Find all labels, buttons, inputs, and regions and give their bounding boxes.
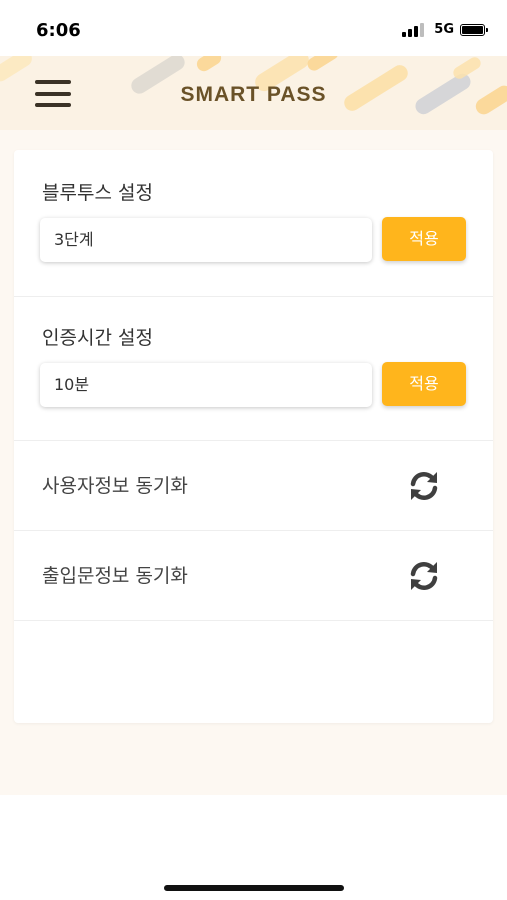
status-indicators: 5G <box>402 22 488 37</box>
status-time: 6:06 <box>36 20 81 41</box>
header-decoration <box>194 56 224 74</box>
header-decoration <box>305 56 341 74</box>
auth-time-title: 인증시간 설정 <box>42 327 153 349</box>
network-label: 5G <box>434 22 454 37</box>
door-info-sync-label: 출입문정보 동기화 <box>42 565 188 587</box>
door-info-sync-row[interactable]: 출입문정보 동기화 <box>14 531 493 621</box>
app-screen: 6:06 5G SMART PASS 블루투스 설정 3단계 적용 인증시간 설… <box>0 0 507 900</box>
user-info-sync-label: 사용자정보 동기화 <box>42 475 188 497</box>
app-title: SMART PASS <box>180 83 327 106</box>
sync-icon[interactable] <box>406 468 442 504</box>
battery-icon <box>460 23 488 36</box>
bluetooth-title: 블루투스 설정 <box>42 182 153 204</box>
auth-time-section: 인증시간 설정 10분 적용 <box>14 297 493 441</box>
auth-time-apply-button[interactable]: 적용 <box>382 362 466 406</box>
signal-bars-icon <box>402 22 426 37</box>
header-decoration <box>0 56 35 85</box>
sync-icon[interactable] <box>406 558 442 594</box>
bluetooth-level-select[interactable]: 3단계 <box>40 218 372 262</box>
bluetooth-section: 블루투스 설정 3단계 적용 <box>14 150 493 297</box>
home-indicator[interactable] <box>164 885 344 891</box>
bluetooth-apply-button[interactable]: 적용 <box>382 217 466 261</box>
user-info-sync-row[interactable]: 사용자정보 동기화 <box>14 441 493 531</box>
auth-time-select[interactable]: 10분 <box>40 363 372 407</box>
app-header: SMART PASS <box>0 56 507 130</box>
settings-card: 블루투스 설정 3단계 적용 인증시간 설정 10분 적용 사용자정보 동기화 … <box>14 150 493 723</box>
status-bar: 6:06 5G <box>0 0 507 56</box>
